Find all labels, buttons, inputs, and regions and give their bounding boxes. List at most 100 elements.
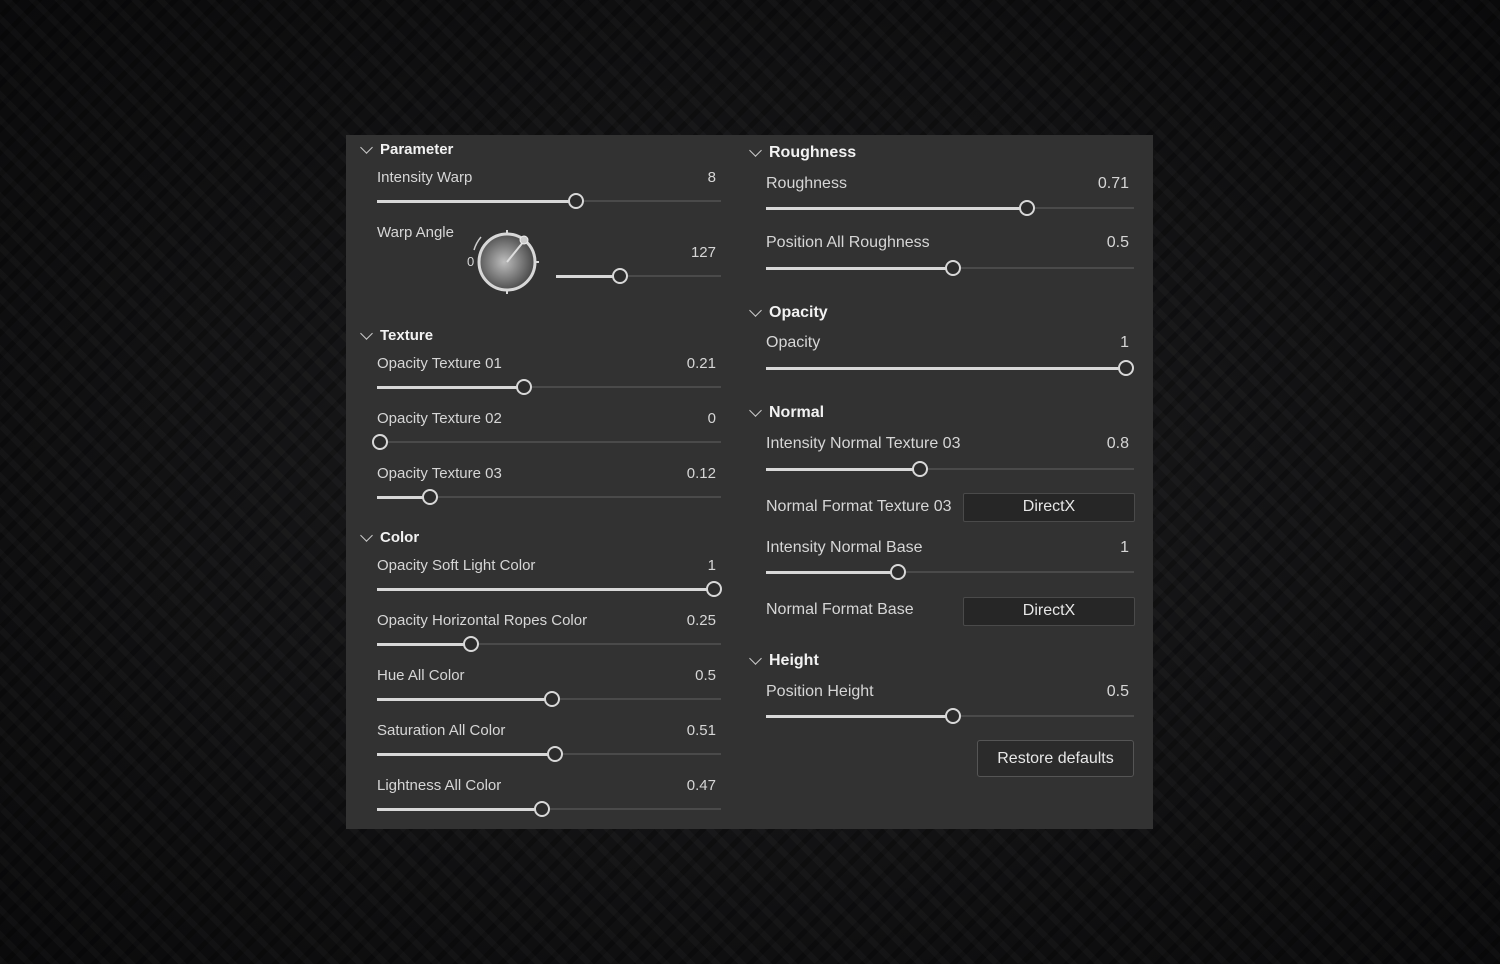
intensity-normal-base-slider-thumb[interactable]: [889, 564, 906, 580]
warp-angle-label: Warp Angle: [377, 224, 454, 241]
intensity-normal-texture-03-value: 0.8: [1106, 435, 1129, 452]
color-chevron-icon[interactable]: [360, 529, 373, 542]
warp-angle-value: 127: [690, 244, 716, 261]
roughness-slider[interactable]: [766, 200, 1134, 216]
parameters-panel: Parameter Intensity Warp 8 Warp Angle 127 0 T…: [346, 135, 1153, 829]
opacity-texture-03-value: 0.12: [686, 465, 716, 482]
normal-section-header[interactable]: Normal: [769, 404, 824, 422]
opacity-texture-03-slider-thumb[interactable]: [421, 489, 438, 505]
warp-angle-slider-thumb[interactable]: [612, 268, 629, 284]
intensity-warp-label: Intensity Warp: [377, 169, 473, 186]
position-height-value: 0.5: [1106, 683, 1129, 700]
intensity-normal-texture-03-slider-thumb[interactable]: [911, 461, 928, 477]
parameter-chevron-icon[interactable]: [360, 141, 373, 154]
lightness-all-color-label: Lightness All Color: [377, 777, 502, 794]
warp-angle-dial[interactable]: [462, 222, 552, 302]
intensity-warp-value: 8: [707, 169, 716, 186]
intensity-normal-texture-03-slider-fill: [766, 467, 917, 471]
hue-all-color-slider-thumb[interactable]: [544, 691, 560, 707]
intensity-normal-base-slider-fill: [766, 570, 895, 574]
opacity-texture-02-label: Opacity Texture 02: [377, 410, 502, 427]
normal-format-base-label: Normal Format Base: [766, 601, 914, 618]
opacity-horizontal-ropes-color-slider-thumb[interactable]: [463, 636, 480, 652]
warp-angle-slider-fill: [556, 274, 618, 278]
opacity-soft-light-color-slider-thumb[interactable]: [705, 581, 722, 597]
height-chevron-icon[interactable]: [749, 652, 762, 665]
restore-defaults-button[interactable]: Restore defaults: [977, 740, 1134, 777]
opacity-soft-light-color-slider-fill: [377, 587, 711, 591]
saturation-all-color-label: Saturation All Color: [377, 722, 506, 739]
opacity-horizontal-ropes-color-slider[interactable]: [377, 636, 721, 652]
height-section-header[interactable]: Height: [769, 652, 819, 670]
position-all-roughness-slider[interactable]: [766, 260, 1134, 276]
hue-all-color-value: 0.5: [695, 667, 716, 684]
opacity-chevron-icon[interactable]: [749, 304, 762, 317]
opacity-slider[interactable]: [766, 360, 1134, 376]
saturation-all-color-value: 0.51: [686, 722, 716, 739]
opacity-label: Opacity: [766, 334, 821, 351]
color-section-header[interactable]: Color: [380, 529, 419, 547]
opacity-slider-fill: [766, 366, 1123, 370]
position-height-slider-fill: [766, 714, 950, 718]
opacity-horizontal-ropes-color-slider-fill: [377, 642, 469, 646]
opacity-section-header[interactable]: Opacity: [769, 304, 828, 322]
intensity-normal-base-value: 1: [1120, 539, 1129, 556]
parameter-section-header[interactable]: Parameter: [380, 141, 453, 159]
hue-all-color-slider-fill: [377, 697, 549, 701]
opacity-slider-thumb[interactable]: [1117, 360, 1134, 376]
position-all-roughness-slider-thumb[interactable]: [945, 260, 961, 276]
opacity-texture-01-slider[interactable]: [377, 379, 721, 395]
position-height-label: Position Height: [766, 683, 874, 700]
opacity-soft-light-color-value: 1: [707, 557, 716, 574]
opacity-soft-light-color-label: Opacity Soft Light Color: [377, 557, 536, 574]
intensity-normal-texture-03-label: Intensity Normal Texture 03: [766, 435, 961, 452]
normal-format-texture-03-dropdown[interactable]: DirectX: [963, 493, 1135, 522]
hue-all-color-label: Hue All Color: [377, 667, 465, 684]
saturation-all-color-slider-thumb[interactable]: [547, 746, 564, 762]
saturation-all-color-slider-fill: [377, 752, 553, 756]
lightness-all-color-value: 0.47: [686, 777, 716, 794]
opacity-texture-01-slider-thumb[interactable]: [516, 379, 533, 395]
opacity-horizontal-ropes-color-value: 0.25: [686, 612, 716, 629]
opacity-texture-03-slider[interactable]: [377, 489, 721, 505]
opacity-texture-01-label: Opacity Texture 01: [377, 355, 502, 372]
intensity-warp-slider[interactable]: [377, 193, 721, 209]
intensity-warp-slider-thumb[interactable]: [568, 193, 585, 209]
position-height-slider-thumb[interactable]: [945, 708, 961, 724]
intensity-normal-texture-03-slider[interactable]: [766, 461, 1134, 477]
normal-chevron-icon[interactable]: [749, 404, 762, 417]
texture-section-header[interactable]: Texture: [380, 327, 433, 345]
roughness-chevron-icon[interactable]: [749, 144, 762, 157]
warp-angle-slider[interactable]: [556, 268, 721, 284]
intensity-normal-base-label: Intensity Normal Base: [766, 539, 923, 556]
normal-format-texture-03-label: Normal Format Texture 03: [766, 498, 952, 515]
opacity-horizontal-ropes-color-label: Opacity Horizontal Ropes Color: [377, 612, 588, 629]
opacity-texture-02-value: 0: [707, 410, 716, 427]
lightness-all-color-slider-thumb[interactable]: [533, 801, 550, 817]
opacity-value: 1: [1120, 334, 1129, 351]
opacity-texture-03-slider-fill: [377, 495, 427, 499]
hue-all-color-slider[interactable]: [377, 691, 721, 707]
texture-chevron-icon[interactable]: [360, 327, 373, 340]
roughness-value: 0.71: [1097, 175, 1129, 192]
roughness-section-header[interactable]: Roughness: [769, 144, 856, 162]
opacity-texture-02-slider-thumb[interactable]: [372, 434, 388, 450]
roughness-slider-fill: [766, 206, 1024, 210]
opacity-texture-01-value: 0.21: [686, 355, 716, 372]
opacity-soft-light-color-slider[interactable]: [377, 581, 722, 597]
lightness-all-color-slider[interactable]: [377, 801, 721, 817]
position-height-slider[interactable]: [766, 708, 1134, 724]
opacity-texture-02-slider[interactable]: [372, 434, 721, 450]
lightness-all-color-slider-fill: [377, 807, 539, 811]
intensity-warp-slider-fill: [377, 199, 574, 203]
roughness-slider-thumb[interactable]: [1018, 200, 1035, 216]
normal-format-base-dropdown[interactable]: DirectX: [963, 597, 1135, 626]
opacity-texture-03-label: Opacity Texture 03: [377, 465, 502, 482]
position-all-roughness-slider-fill: [766, 266, 950, 270]
saturation-all-color-slider[interactable]: [377, 746, 721, 762]
intensity-normal-base-slider[interactable]: [766, 564, 1134, 580]
opacity-texture-01-slider-fill: [377, 385, 522, 389]
position-all-roughness-value: 0.5: [1106, 234, 1129, 251]
position-all-roughness-label: Position All Roughness: [766, 234, 930, 251]
warp-angle-dial-zero: 0: [467, 254, 475, 269]
